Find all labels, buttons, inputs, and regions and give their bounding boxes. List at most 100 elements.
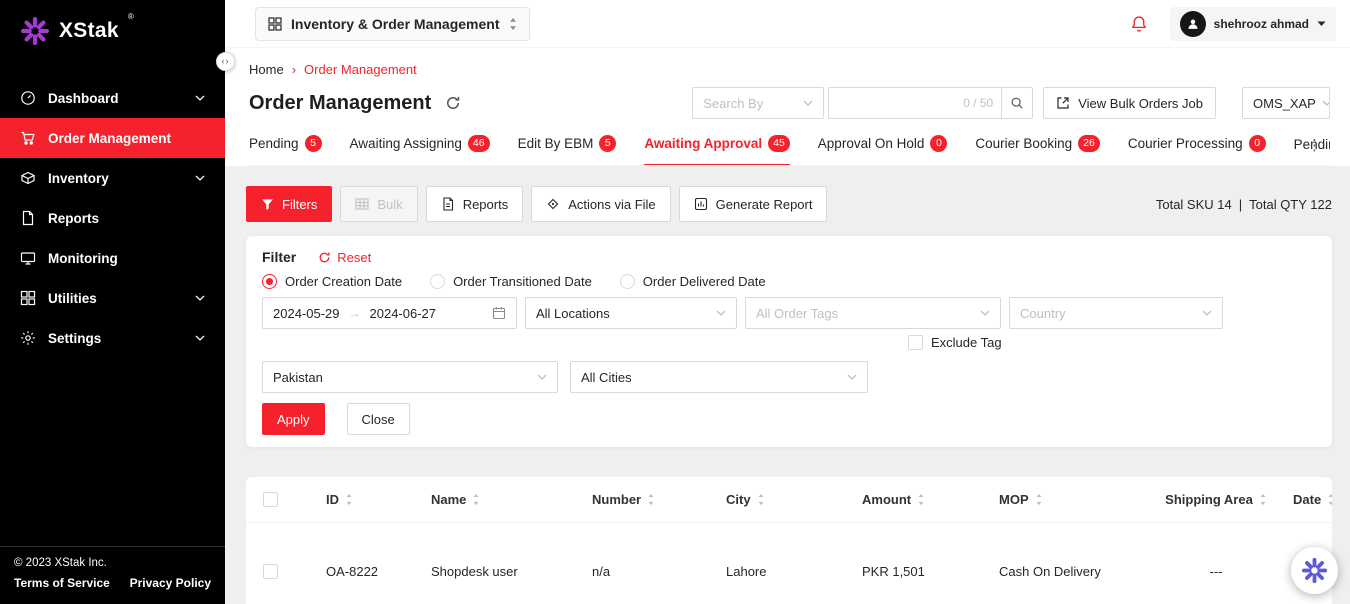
search-button[interactable]	[1001, 87, 1033, 119]
total-sku: Total SKU 14	[1156, 197, 1232, 212]
oms-select[interactable]: OMS_XAP	[1242, 87, 1330, 119]
tab-count-badge: 0	[1249, 135, 1266, 152]
breadcrumb-current[interactable]: Order Management	[304, 62, 417, 77]
sort-icon	[1327, 493, 1332, 506]
caret-down-icon	[1317, 21, 1326, 27]
actions-via-file-button[interactable]: Actions via File	[531, 186, 670, 222]
terms-of-service-link[interactable]: Terms of Service	[14, 576, 110, 590]
row-checkbox[interactable]	[263, 564, 278, 579]
view-bulk-orders-job-button[interactable]: View Bulk Orders Job	[1043, 87, 1216, 119]
tab-approval-on-hold[interactable]: Approval On Hold 0	[818, 135, 948, 166]
filter-panel-title: Filter	[262, 249, 296, 265]
radio-order-transitioned-date[interactable]: Order Transitioned Date	[430, 274, 592, 289]
tab-courier-booking[interactable]: Courier Booking 26	[975, 135, 1100, 166]
actions-via-file-label: Actions via File	[568, 197, 655, 212]
table-row[interactable]: OA-8222 Shopdesk user n/a Lahore PKR 1,5…	[246, 523, 1332, 604]
reload-icon	[318, 251, 331, 264]
title-controls: Search By 0 / 50 View Bulk Orders Job	[692, 87, 1330, 119]
reports-button[interactable]: Reports	[426, 186, 524, 222]
cell-mop: Cash On Delivery	[999, 564, 1147, 579]
sidebar-item-inventory[interactable]: Inventory	[0, 158, 225, 198]
sort-icon	[647, 493, 655, 506]
chat-widget-button[interactable]	[1291, 547, 1338, 594]
date-end-value: 2024-06-27	[370, 306, 437, 321]
radio-order-creation-date[interactable]: Order Creation Date	[262, 274, 402, 289]
sidebar-item-settings[interactable]: Settings	[0, 318, 225, 358]
radio-dot	[620, 274, 635, 289]
user-menu[interactable]: shehrooz ahmad	[1170, 7, 1336, 41]
tab-label: Courier Processing	[1128, 136, 1243, 151]
privacy-policy-link[interactable]: Privacy Policy	[130, 576, 211, 590]
cities-select[interactable]: All Cities	[570, 361, 868, 393]
box-icon	[20, 170, 36, 186]
tab-awaiting-approval[interactable]: Awaiting Approval 45	[644, 135, 789, 166]
logo[interactable]: XStak ®	[0, 0, 225, 62]
tab-label: Awaiting Assigning	[350, 136, 462, 151]
column-header-mop[interactable]: MOP	[999, 492, 1147, 507]
column-header-name[interactable]: Name	[431, 492, 592, 507]
tab-awaiting-assigning[interactable]: Awaiting Assigning 46	[350, 135, 490, 166]
tabs-bar: Pending 5 Awaiting Assigning 46 Edit By …	[249, 135, 1330, 166]
search-icon	[1010, 96, 1024, 110]
title-row: Order Management Search By 0 / 50	[249, 87, 1330, 119]
search-by-select[interactable]: Search By	[692, 87, 824, 119]
date-start-value: 2024-05-29	[273, 306, 340, 321]
breadcrumb-separator: ›	[292, 62, 296, 77]
country-filter-select[interactable]: Country	[1009, 297, 1223, 329]
date-range-picker[interactable]: 2024-05-29 → 2024-06-27	[262, 297, 517, 329]
sidebar-item-dashboard[interactable]: Dashboard	[0, 78, 225, 118]
tab-label: Courier Booking	[975, 136, 1072, 151]
sidebar: XStak ® Dashboard Order Management Inven…	[0, 0, 225, 604]
sidebar-item-reports[interactable]: Reports	[0, 198, 225, 238]
select-all-checkbox[interactable]	[263, 492, 278, 507]
logo-text: XStak	[59, 19, 119, 43]
refresh-icon[interactable]	[445, 95, 461, 111]
sidebar-item-monitoring[interactable]: Monitoring	[0, 238, 225, 278]
apps-grid-icon	[268, 17, 282, 31]
exclude-tag-label: Exclude Tag	[931, 335, 1002, 350]
reset-label: Reset	[337, 250, 371, 265]
reset-button[interactable]: Reset	[318, 250, 371, 265]
filters-button[interactable]: Filters	[246, 186, 332, 222]
sidebar-collapse-button[interactable]: ‹›	[216, 52, 235, 71]
tabs-more-icon[interactable]: ⋮	[1307, 136, 1322, 154]
main-area: Inventory & Order Management shehrooz ah…	[225, 0, 1350, 604]
sidebar-item-label: Utilities	[48, 291, 97, 306]
breadcrumb-home[interactable]: Home	[249, 62, 284, 77]
column-header-id[interactable]: ID	[326, 492, 431, 507]
tab-courier-processing[interactable]: Courier Processing 0	[1128, 135, 1266, 166]
view-bulk-orders-job-label: View Bulk Orders Job	[1078, 96, 1203, 111]
tab-pending[interactable]: Pending 5	[249, 135, 322, 166]
chevron-down-icon	[803, 100, 813, 106]
country-select[interactable]: Pakistan	[262, 361, 558, 393]
filter-panel: Filter Reset Order Creation Date Order T…	[246, 236, 1332, 447]
sidebar-item-order-management[interactable]: Order Management	[0, 118, 225, 158]
column-header-amount[interactable]: Amount	[862, 492, 999, 507]
cell-amount: PKR 1,501	[862, 564, 999, 579]
order-tags-select[interactable]: All Order Tags	[745, 297, 1001, 329]
notification-bell-icon[interactable]	[1130, 15, 1148, 33]
generate-report-button[interactable]: Generate Report	[679, 186, 828, 222]
close-button[interactable]: Close	[347, 403, 410, 435]
search-by-placeholder: Search By	[703, 96, 763, 111]
app-switcher-button[interactable]: Inventory & Order Management	[255, 7, 530, 41]
chevron-down-icon	[195, 175, 205, 181]
sidebar-item-label: Reports	[48, 211, 99, 226]
column-header-shipping-area[interactable]: Shipping Area	[1147, 492, 1293, 507]
radio-dot	[430, 274, 445, 289]
bulk-button[interactable]: Bulk	[340, 186, 417, 222]
radio-label: Order Delivered Date	[643, 274, 766, 289]
exclude-tag-checkbox[interactable]: Exclude Tag	[908, 335, 1002, 350]
locations-select[interactable]: All Locations	[525, 297, 737, 329]
tab-edit-by-ebm[interactable]: Edit By EBM 5	[518, 135, 617, 166]
search-input[interactable]	[837, 96, 963, 111]
gear-icon	[20, 330, 36, 346]
apply-button[interactable]: Apply	[262, 403, 325, 435]
column-header-number[interactable]: Number	[592, 492, 726, 507]
date-type-radio-group: Order Creation Date Order Transitioned D…	[262, 274, 1316, 289]
sidebar-item-utilities[interactable]: Utilities	[0, 278, 225, 318]
column-header-city[interactable]: City	[726, 492, 862, 507]
column-header-date[interactable]: Date	[1293, 492, 1332, 507]
search-counter: 0 / 50	[963, 96, 993, 110]
radio-order-delivered-date[interactable]: Order Delivered Date	[620, 274, 766, 289]
